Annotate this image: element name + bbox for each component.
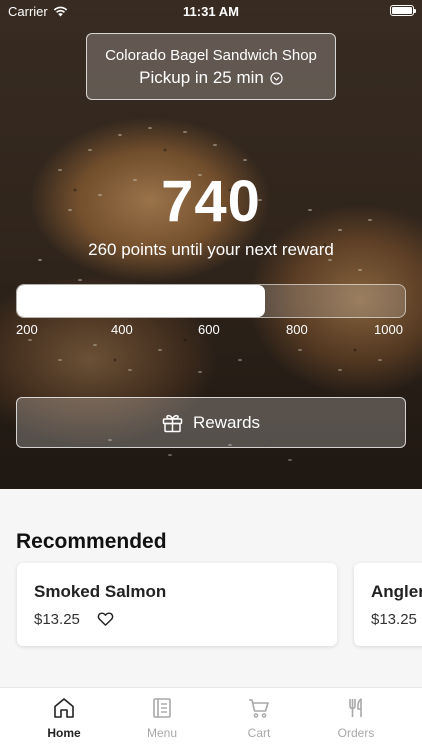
product-price: $13.25: [34, 611, 80, 628]
gift-icon: [162, 414, 183, 432]
progress-tick-label: 800: [286, 322, 308, 337]
tab-orders[interactable]: Orders: [316, 696, 396, 740]
pickup-time-row: Pickup in 25 min: [87, 68, 335, 88]
rewards-button-label: Rewards: [192, 412, 261, 432]
points-until-reward: 260 points until your next reward: [88, 240, 334, 259]
product-name: Angler: [371, 582, 422, 601]
tab-bar: Home Menu Cart Orders: [0, 687, 422, 750]
progress-tick-label: 600: [198, 322, 220, 337]
cart-icon: [249, 699, 269, 718]
rewards-button[interactable]: Rewards: [16, 397, 406, 448]
store-name: Colorado Bagel Sandwich Shop: [105, 47, 317, 64]
tab-label: Cart: [247, 726, 271, 740]
home-icon: [54, 698, 74, 718]
tab-cart[interactable]: Cart: [219, 696, 299, 740]
fork-knife-icon: [349, 698, 362, 717]
tab-home[interactable]: Home: [24, 696, 104, 740]
status-time: 11:31 AM: [183, 4, 239, 19]
heart-icon[interactable]: [97, 611, 114, 627]
rewards-progress-fill: [17, 285, 266, 317]
progress-tick-label: 200: [16, 322, 38, 337]
store-selector-button[interactable]: Colorado Bagel Sandwich Shop Pickup in 2…: [86, 33, 336, 100]
rewards-progress-bar: [16, 284, 406, 318]
recommended-heading: Recommended: [16, 530, 167, 553]
product-price: $13.25: [371, 611, 417, 628]
tab-menu[interactable]: Menu: [122, 696, 202, 740]
points-balance: 740: [161, 169, 261, 234]
pickup-time-label: Pickup in 25 min: [139, 68, 264, 87]
tab-label: Home: [47, 726, 81, 740]
progress-tick-label: 1000: [374, 322, 403, 337]
tab-label: Menu: [146, 726, 178, 740]
product-name: Smoked Salmon: [34, 582, 167, 601]
product-card[interactable]: Angler $13.25: [354, 563, 422, 646]
menu-book-icon: [153, 698, 171, 718]
tab-label: Orders: [337, 726, 375, 740]
battery-icon: [390, 5, 416, 16]
status-bar: Carrier 11:31 AM: [0, 0, 422, 22]
chevron-down-circle-icon: [270, 71, 283, 85]
product-card[interactable]: Smoked Salmon $13.25: [17, 563, 337, 646]
progress-tick-label: 400: [111, 322, 133, 337]
app-screen: Carrier 11:31 AM Colorado Bagel Sandwich…: [0, 0, 422, 750]
